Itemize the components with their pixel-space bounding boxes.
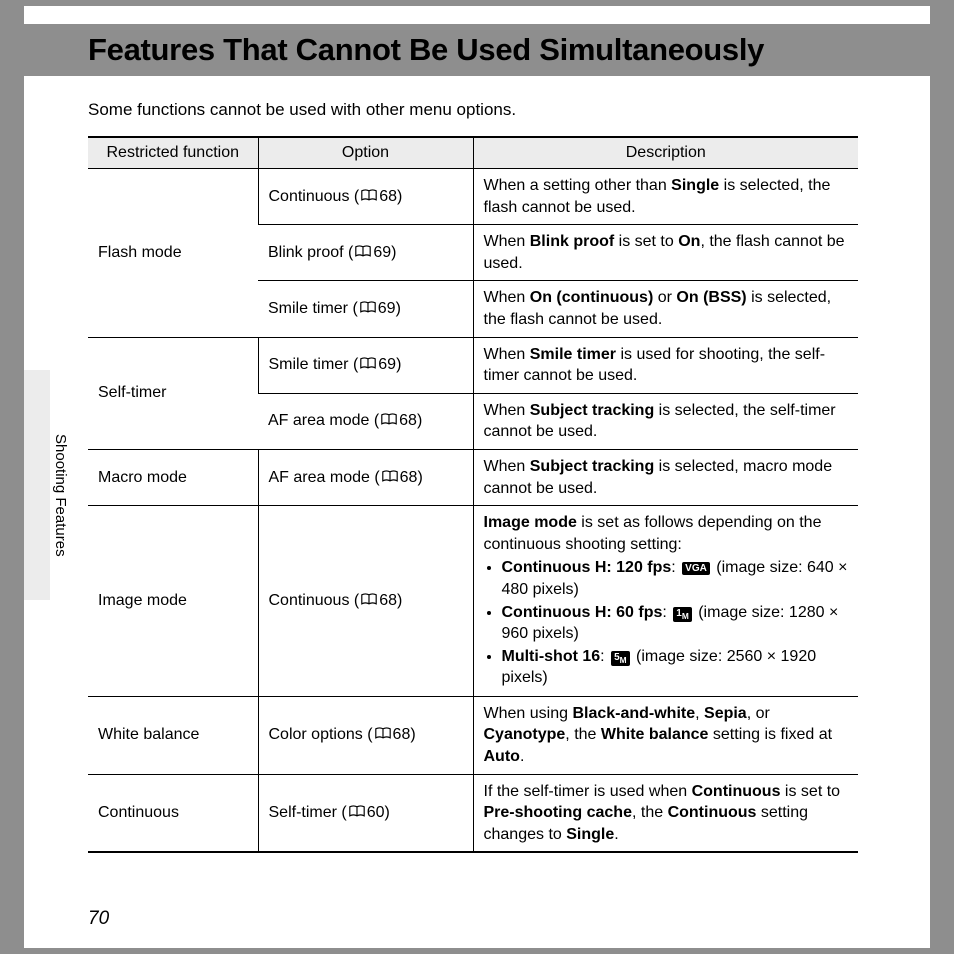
func-cell: White balance: [88, 696, 258, 774]
title-band: Features That Cannot Be Used Simultaneou…: [24, 24, 930, 76]
restriction-table: Restricted function Option Description F…: [88, 136, 858, 853]
table-header-row: Restricted function Option Description: [88, 137, 858, 169]
option-cell: Smile timer (69): [258, 337, 473, 393]
section-label: Shooting Features: [52, 434, 69, 557]
desc-cell: When a setting other than Single is sele…: [473, 169, 858, 225]
option-cell: Continuous (68): [258, 506, 473, 697]
section-tab: [24, 370, 50, 600]
table-row: Image modeContinuous (68)Image mode is s…: [88, 506, 858, 697]
desc-cell: When Smile timer is used for shooting, t…: [473, 337, 858, 393]
table-row: Self-timerSmile timer (69)When Smile tim…: [88, 337, 858, 393]
option-cell: Smile timer (69): [258, 281, 473, 337]
option-cell: Blink proof (69): [258, 225, 473, 281]
func-cell: Flash mode: [88, 169, 258, 338]
option-cell: AF area mode (68): [258, 449, 473, 505]
func-cell: Continuous: [88, 774, 258, 852]
option-cell: Color options (68): [258, 696, 473, 774]
option-cell: AF area mode (68): [258, 393, 473, 449]
func-cell: Image mode: [88, 506, 258, 697]
book-icon: [374, 727, 392, 741]
th-func: Restricted function: [88, 137, 258, 169]
book-icon: [359, 357, 377, 371]
th-desc: Description: [473, 137, 858, 169]
desc-cell: When using Black-and-white, Sepia, or Cy…: [473, 696, 858, 774]
intro-text: Some functions cannot be used with other…: [24, 76, 930, 136]
desc-cell: When Blink proof is set to On, the flash…: [473, 225, 858, 281]
book-icon: [354, 245, 372, 259]
page: Features That Cannot Be Used Simultaneou…: [24, 6, 930, 948]
table-row: ContinuousSelf-timer (60)If the self-tim…: [88, 774, 858, 852]
book-icon: [359, 301, 377, 315]
book-icon: [348, 805, 366, 819]
page-number: 70: [88, 908, 109, 930]
table-row: Flash modeContinuous (68)When a setting …: [88, 169, 858, 225]
th-option: Option: [258, 137, 473, 169]
desc-cell: Image mode is set as follows depending o…: [473, 506, 858, 697]
desc-cell: When On (continuous) or On (BSS) is sele…: [473, 281, 858, 337]
book-icon: [360, 593, 378, 607]
page-title: Features That Cannot Be Used Simultaneou…: [88, 32, 930, 68]
book-icon: [360, 189, 378, 203]
func-cell: Self-timer: [88, 337, 258, 449]
desc-cell: When Subject tracking is selected, macro…: [473, 449, 858, 505]
table-row: White balanceColor options (68)When usin…: [88, 696, 858, 774]
desc-cell: When Subject tracking is selected, the s…: [473, 393, 858, 449]
desc-cell: If the self-timer is used when Continuou…: [473, 774, 858, 852]
table-wrap: Restricted function Option Description F…: [24, 136, 930, 853]
func-cell: Macro mode: [88, 449, 258, 505]
book-icon: [381, 470, 399, 484]
table-row: Macro modeAF area mode (68)When Subject …: [88, 449, 858, 505]
option-cell: Self-timer (60): [258, 774, 473, 852]
option-cell: Continuous (68): [258, 169, 473, 225]
book-icon: [380, 413, 398, 427]
